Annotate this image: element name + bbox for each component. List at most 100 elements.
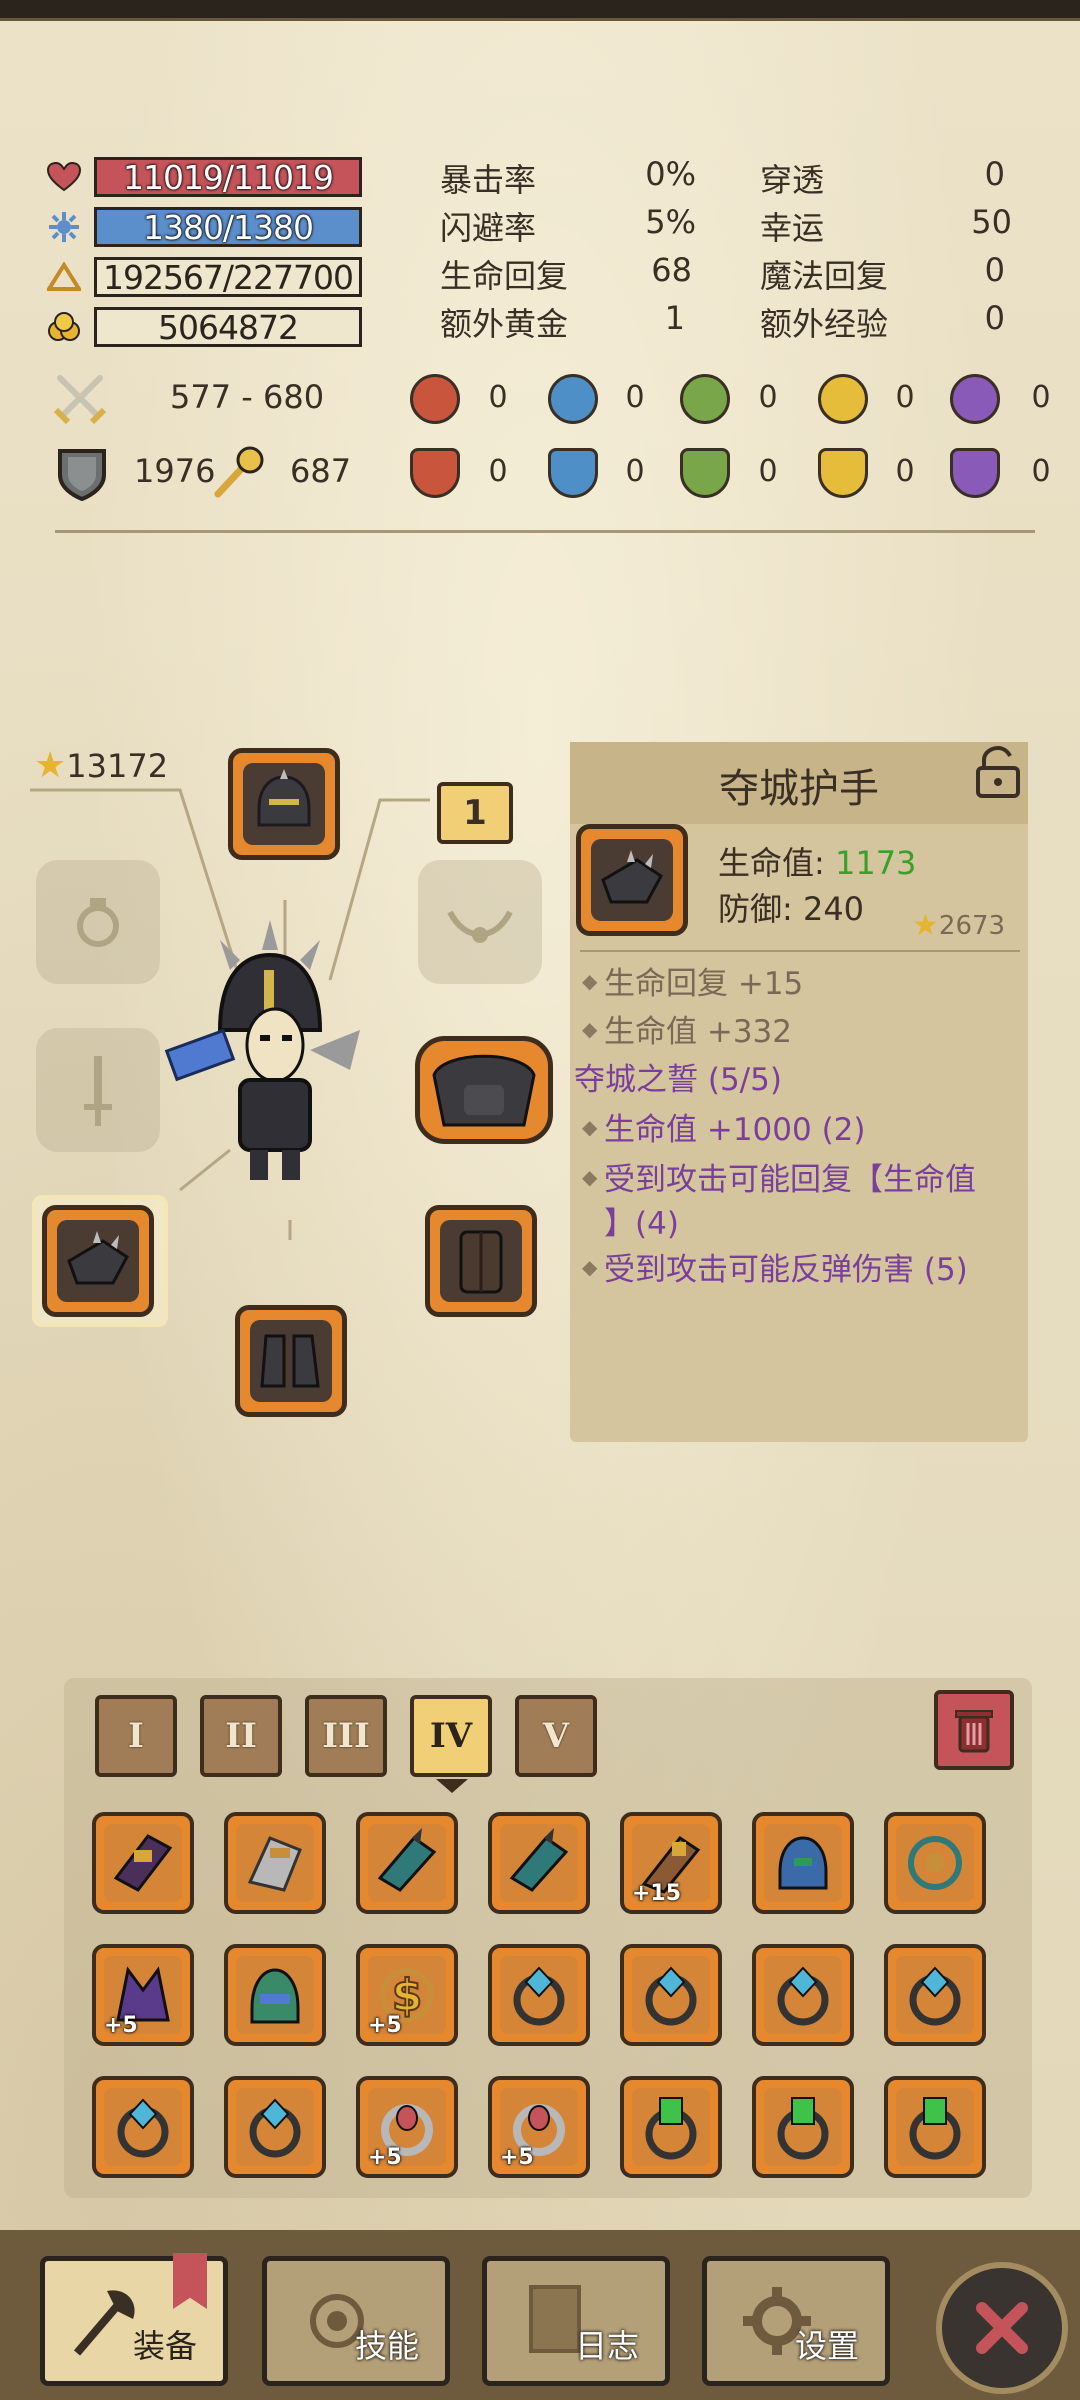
inventory-slot[interactable] (884, 1812, 986, 1914)
diamond-bullet-icon: ◆ (582, 1114, 598, 1139)
inventory-slot[interactable] (356, 1812, 458, 1914)
upgrade-badge: +5 (104, 2013, 138, 2038)
water-attack-value: 0 (625, 380, 645, 415)
ring-icon (77, 898, 119, 947)
nature-attack-icon (680, 374, 730, 424)
attribute-text: 生命回复 +15 (604, 966, 804, 1002)
nav-settings-label: 设置 (794, 2327, 859, 2365)
inventory-slot[interactable] (884, 2076, 986, 2178)
inventory-slot[interactable] (620, 2076, 722, 2178)
hp-regen-value: 68 (651, 251, 692, 289)
upgrade-badge: +5 (368, 2013, 402, 2038)
nav-equipment-button[interactable]: 装备 (40, 2253, 228, 2386)
mana-icon (44, 207, 84, 247)
inventory-slot[interactable] (92, 2076, 194, 2178)
gloves-slot[interactable] (42, 1205, 154, 1317)
dodge-label: 闪避率 (440, 209, 537, 247)
inventory-slot[interactable]: +15 (620, 1812, 722, 1914)
trash-icon (955, 1710, 993, 1753)
legs-slot[interactable] (425, 1205, 537, 1317)
item-preview-slot (576, 824, 688, 936)
pierce-label: 穿透 (760, 161, 825, 199)
inventory-slot[interactable] (224, 2076, 326, 2178)
inventory-slot[interactable] (752, 2076, 854, 2178)
luck-value: 50 (971, 203, 1012, 241)
upgrade-badge: +15 (632, 1881, 682, 1906)
amulet-slot-empty[interactable] (418, 860, 542, 984)
mp-regen-label: 魔法回复 (760, 257, 889, 295)
tier-tab-1[interactable]: I (95, 1695, 177, 1777)
inventory-slot[interactable] (752, 1812, 854, 1914)
blue-gem-ring-icon (117, 2098, 169, 2158)
inventory-slot[interactable]: $ +5 (356, 1944, 458, 2046)
inventory-slot[interactable] (224, 1812, 326, 1914)
inventory-slot[interactable]: +5 (356, 2076, 458, 2178)
boots-icon (260, 1334, 320, 1388)
armor-value: 1976 (134, 452, 216, 490)
crystal-helmet-icon (250, 1968, 300, 2024)
inventory-slot[interactable] (224, 1944, 326, 2046)
dodge-value: 5% (645, 203, 696, 241)
xp-bar: 192567/227700 (94, 257, 362, 297)
light-resist-icon (818, 448, 868, 498)
nav-settings-button[interactable]: 设置 (702, 2256, 890, 2386)
armor-shield-icon (56, 445, 108, 505)
inventory-slot[interactable] (620, 1944, 722, 2046)
set-bonus-4: ◆ 受到攻击可能回复【生命值 (582, 1154, 976, 1199)
nav-log-button[interactable]: 日志 (482, 2256, 670, 2386)
inventory-slot[interactable]: +5 (488, 2076, 590, 2178)
unlock-icon[interactable] (974, 745, 1022, 802)
ring-slot-empty[interactable] (36, 860, 160, 984)
gold-row: 5064872 (44, 305, 362, 349)
tier-tab-3[interactable]: III (305, 1695, 387, 1777)
set-bonus-4-cont: 】(4) (604, 1206, 679, 1242)
nav-equipment-label: 装备 (132, 2327, 197, 2365)
inventory-slot[interactable]: +5 (92, 1944, 194, 2046)
extra-gold-label: 额外黄金 (440, 305, 569, 343)
green-gem-ring-icon (909, 2097, 961, 2160)
water-resist-icon (548, 448, 598, 498)
boots-slot[interactable] (235, 1305, 347, 1417)
heart-icon (44, 157, 84, 197)
diamond-bullet-icon: ◆ (582, 968, 598, 993)
nav-skills-button[interactable]: 技能 (262, 2256, 450, 2386)
set-bonus-2: ◆ 生命值 +1000 (2) (582, 1104, 866, 1149)
close-button[interactable] (936, 2262, 1068, 2394)
blue-gem-ring-icon (249, 2098, 301, 2158)
amulet-icon (447, 910, 513, 943)
inventory-slot[interactable] (488, 1944, 590, 2046)
ornate-amulet-icon (908, 1836, 962, 1890)
trash-button[interactable] (934, 1690, 1014, 1770)
set-bonus-text: 生命值 +1000 (2) (604, 1112, 866, 1148)
chest-armor-slot[interactable] (415, 1036, 553, 1144)
helmet-slot[interactable] (228, 748, 340, 860)
gauntlet-icon (67, 1231, 129, 1285)
tier-tab-2[interactable]: II (200, 1695, 282, 1777)
detail-divider (580, 950, 1020, 952)
gold-bar: 5064872 (94, 307, 362, 347)
inventory-slot[interactable] (752, 1944, 854, 2046)
light-attack-icon (818, 374, 868, 424)
extra-gold-value: 1 (664, 299, 685, 337)
set-bonus-text: 受到攻击可能反弹伤害 (5) (604, 1252, 968, 1288)
attribute-hp-regen: ◆ 生命回复 +15 (582, 958, 803, 1003)
light-attack-value: 0 (895, 380, 915, 415)
inventory-slot[interactable] (92, 1812, 194, 1914)
hp-regen-label: 生命回复 (440, 257, 569, 295)
experience-icon (44, 257, 84, 297)
mp-regen-value: 0 (984, 251, 1005, 289)
sword-icon (84, 1056, 112, 1126)
item-hp-label: 生命值: (718, 844, 835, 882)
light-resist-value: 0 (895, 454, 915, 489)
fire-resist-value: 0 (488, 454, 508, 489)
tier-tab-5[interactable]: V (515, 1695, 597, 1777)
inventory-slot[interactable] (884, 1944, 986, 2046)
teal-gauntlet-icon (377, 1828, 437, 1892)
inventory-slot[interactable] (488, 1812, 590, 1914)
set-bonus-5: ◆ 受到攻击可能反弹伤害 (5) (582, 1244, 968, 1289)
tier-tab-4[interactable]: IV (410, 1695, 492, 1777)
nav-skills-label: 技能 (354, 2327, 419, 2365)
blue-gem-ring-icon (909, 1966, 961, 2026)
weapon-slot-empty[interactable] (36, 1028, 160, 1152)
xp-row: 192567/227700 (44, 255, 362, 299)
